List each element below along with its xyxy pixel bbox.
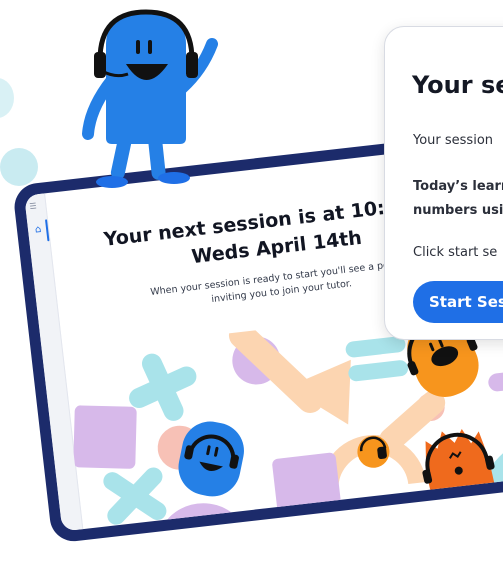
dialog-learning-line1: Today’s learn <box>413 179 503 194</box>
menu-icon[interactable]: ☰ <box>29 201 40 211</box>
dialog-title: Your se <box>412 71 503 99</box>
waving-mascot-icon <box>82 9 218 188</box>
pattern-purple-plus-h <box>488 367 503 392</box>
decor-bubble-left <box>0 78 14 118</box>
pattern-purple-arc <box>156 503 239 532</box>
session-waiting-screen: ☰ ⌂ Your next session is at 10:00am Weds… <box>0 0 503 562</box>
pattern-purple-square-2 <box>272 452 342 517</box>
dialog-click-start-text: Click start se <box>413 245 498 260</box>
dialog-learning-line2: numbers usin <box>413 203 503 218</box>
pattern-purple-square <box>73 405 137 469</box>
sidebar-active-indicator <box>45 219 50 242</box>
start-session-button[interactable]: Start Ses <box>413 281 503 323</box>
home-icon[interactable]: ⌂ <box>31 224 46 239</box>
spiky-mascot-icon <box>422 429 498 511</box>
session-start-dialog: Your se Your session Today’s learn numbe… <box>384 26 503 340</box>
decor-bubble-left-2 <box>0 148 38 186</box>
pattern-cyan-equals-bottom <box>348 360 409 382</box>
dialog-session-text: Your session <box>413 133 494 148</box>
